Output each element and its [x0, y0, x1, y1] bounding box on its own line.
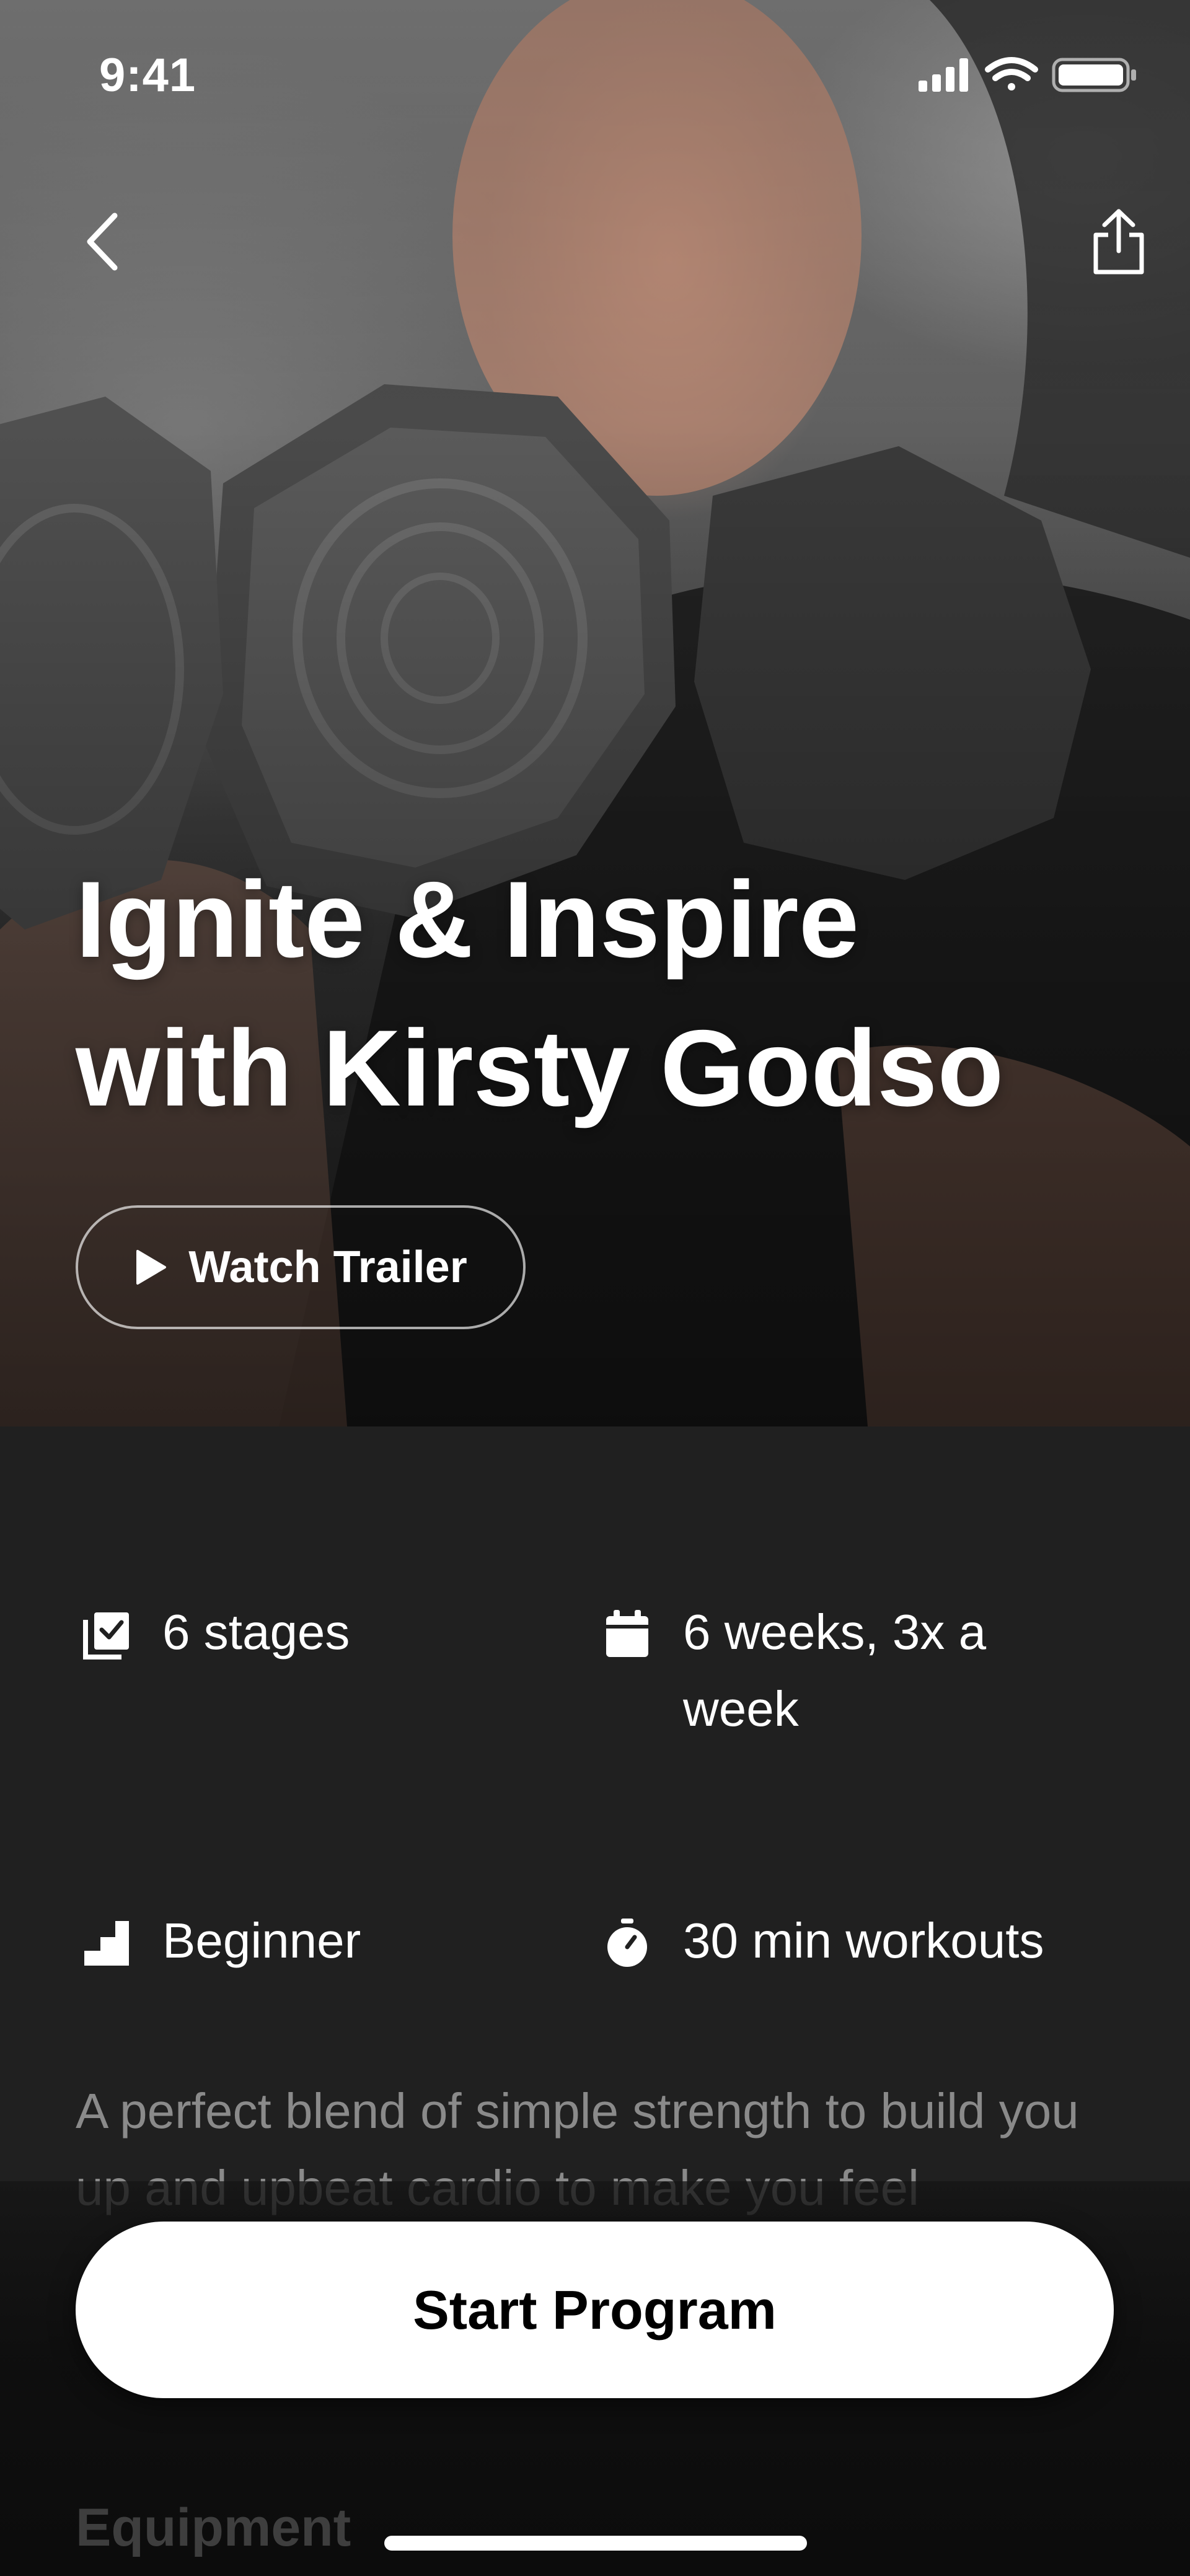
schedule-text: 6 weeks, 3x a week — [683, 1604, 987, 1736]
level-icon — [84, 1921, 129, 1966]
start-program-button[interactable]: Start Program — [76, 2222, 1114, 2398]
detail-stages: 6 stages — [82, 1604, 350, 1671]
detail-schedule: 6 weeks, 3x a week — [602, 1604, 1049, 1747]
battery-icon — [1052, 58, 1136, 92]
chevron-left-icon — [87, 213, 118, 271]
wifi-icon — [985, 57, 1038, 90]
back-button[interactable] — [68, 208, 136, 276]
stopwatch-icon — [607, 1919, 647, 1967]
stages-icon — [83, 1612, 129, 1659]
program-title-line1: Ignite & Inspire — [76, 859, 860, 980]
status-bar: 9:41 — [0, 0, 1190, 149]
start-program-label: Start Program — [413, 2279, 777, 2341]
play-icon — [136, 1250, 167, 1285]
watch-trailer-button[interactable]: Watch Trailer — [76, 1205, 526, 1329]
detail-duration: 30 min workouts — [602, 1913, 1044, 1979]
program-title: Ignite & Inspire with Kirsty Godso — [76, 846, 1142, 1143]
status-icons — [919, 57, 1136, 92]
share-icon — [1093, 209, 1144, 275]
share-button[interactable] — [1082, 201, 1156, 282]
home-indicator[interactable] — [384, 2536, 807, 2551]
equipment-heading: Equipment — [76, 2498, 351, 2557]
program-title-line2: with Kirsty Godso — [76, 1008, 1004, 1129]
signal-icon — [919, 58, 968, 92]
calendar-icon — [606, 1610, 648, 1657]
duration-text: 30 min workouts — [683, 1913, 1044, 1968]
level-text: Beginner — [162, 1913, 361, 1968]
stages-text: 6 stages — [162, 1604, 350, 1659]
detail-level: Beginner — [82, 1913, 361, 1979]
watch-trailer-label: Watch Trailer — [188, 1242, 467, 1292]
status-time: 9:41 — [99, 49, 196, 102]
